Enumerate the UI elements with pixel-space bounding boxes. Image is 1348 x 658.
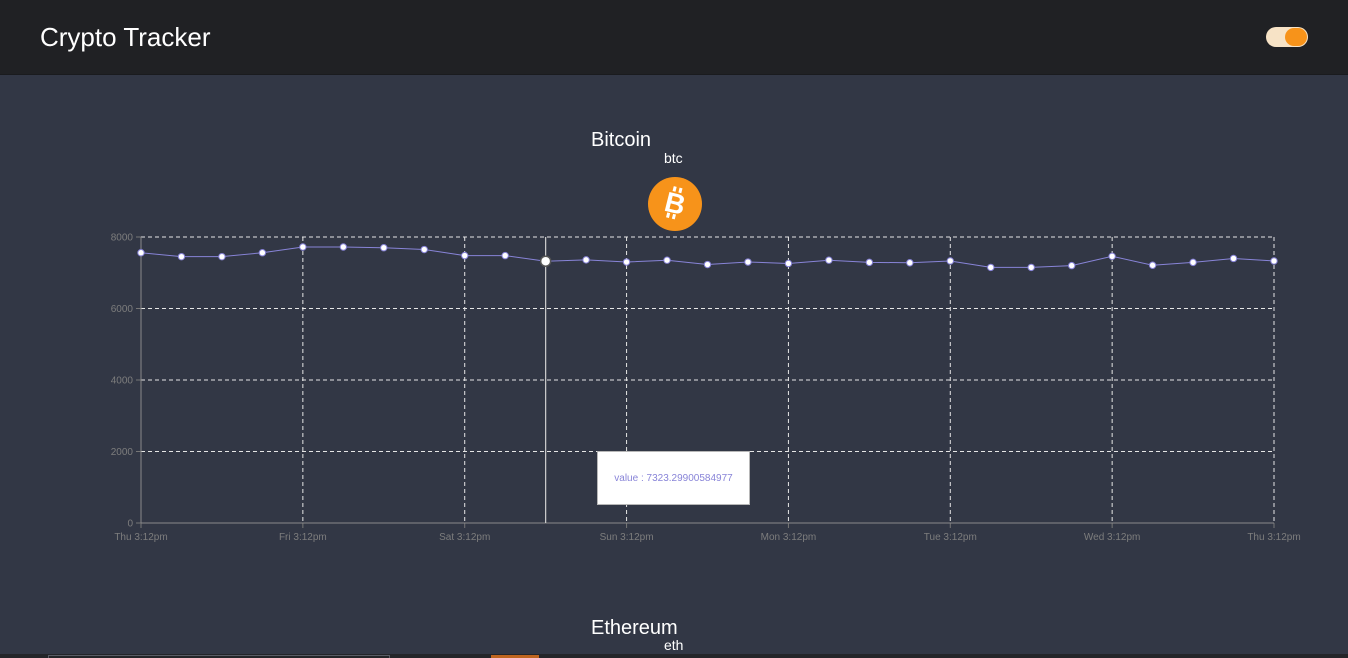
data-point xyxy=(1027,263,1035,272)
x-tick-label: Sat 3:12pm xyxy=(439,532,490,543)
data-point xyxy=(784,259,793,268)
data-point xyxy=(825,256,833,264)
x-tick-label: Mon 3:12pm xyxy=(761,532,817,543)
data-point xyxy=(258,249,267,257)
data-point xyxy=(744,258,752,266)
data-point xyxy=(582,256,590,264)
data-point xyxy=(137,249,145,257)
chart-tooltip: value : 7323.29900584977 xyxy=(597,451,750,505)
data-point xyxy=(380,244,388,252)
data-point xyxy=(1270,257,1278,265)
data-point xyxy=(946,257,954,265)
data-point xyxy=(339,243,348,251)
data-point xyxy=(1189,258,1197,267)
data-point xyxy=(177,252,186,261)
data-point xyxy=(461,251,469,260)
x-tick-label: Sun 3:12pm xyxy=(600,532,654,543)
data-point xyxy=(420,245,428,254)
y-tick-label: 4000 xyxy=(111,376,134,387)
data-point xyxy=(703,260,712,269)
x-tick-label: Wed 3:12pm xyxy=(1084,532,1141,543)
data-point xyxy=(987,263,995,272)
data-point xyxy=(1067,261,1076,270)
y-tick-label: 0 xyxy=(127,519,133,530)
data-point xyxy=(1108,252,1116,261)
coin-symbol-eth: eth xyxy=(664,637,684,653)
y-tick-label: 8000 xyxy=(111,233,134,244)
x-tick-label: Tue 3:12pm xyxy=(924,532,977,543)
active-data-point xyxy=(539,255,552,267)
x-tick-label: Fri 3:12pm xyxy=(279,532,327,543)
tooltip-value: value : 7323.29900584977 xyxy=(614,472,733,484)
data-point xyxy=(663,256,671,264)
y-tick-label: 2000 xyxy=(111,447,134,458)
data-point xyxy=(865,258,874,267)
x-tick-label: Thu 3:12pm xyxy=(1247,532,1300,543)
data-point xyxy=(906,259,914,267)
y-tick-label: 6000 xyxy=(111,304,134,315)
data-point xyxy=(622,258,631,266)
data-point xyxy=(299,243,307,251)
x-tick-label: Thu 3:12pm xyxy=(114,532,167,543)
data-point xyxy=(501,251,509,260)
data-point xyxy=(1229,254,1238,263)
data-point xyxy=(218,252,226,261)
data-point xyxy=(1148,261,1157,269)
